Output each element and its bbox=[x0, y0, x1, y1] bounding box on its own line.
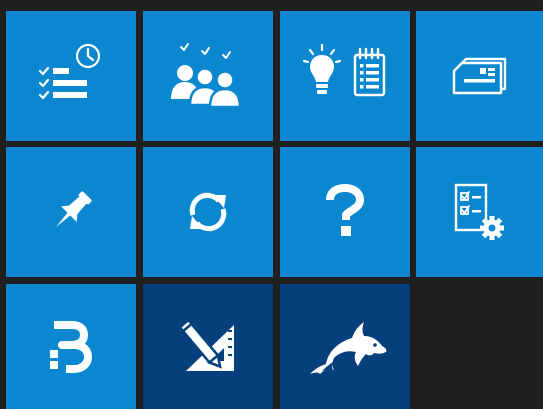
tile-help[interactable] bbox=[280, 147, 410, 277]
tile-cards[interactable] bbox=[416, 11, 543, 141]
team-checklist-icon bbox=[171, 43, 242, 109]
lightbulb-notepad-icon bbox=[302, 43, 386, 97]
tile-pin[interactable] bbox=[6, 147, 136, 277]
refresh-icon bbox=[189, 192, 227, 232]
tile-design-tools[interactable] bbox=[143, 284, 273, 409]
checklist-clock-icon bbox=[38, 43, 101, 100]
tile-grid bbox=[0, 0, 543, 409]
tile-b-app[interactable] bbox=[6, 284, 136, 409]
tile-team[interactable] bbox=[143, 11, 273, 141]
tile-ideas[interactable] bbox=[280, 11, 410, 141]
tile-refresh[interactable] bbox=[143, 147, 273, 277]
tile-dolphin[interactable] bbox=[280, 284, 410, 409]
tile-checklist-settings[interactable] bbox=[416, 147, 543, 277]
tile-checklist-clock[interactable] bbox=[6, 11, 136, 141]
checklist-settings-icon bbox=[454, 183, 504, 240]
b-logo-icon bbox=[50, 320, 92, 373]
pin-icon bbox=[56, 191, 92, 227]
dolphin-icon bbox=[310, 321, 387, 374]
card-document-icon bbox=[452, 57, 506, 95]
design-tools-icon bbox=[178, 317, 234, 371]
help-question-icon bbox=[326, 184, 365, 236]
